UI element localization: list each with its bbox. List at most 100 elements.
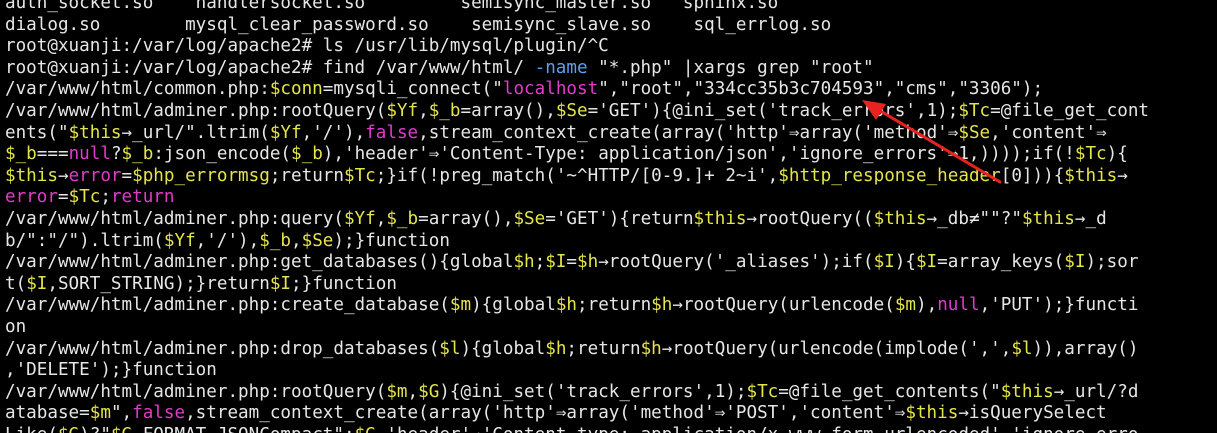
- terminal-line: /var/www/html/adminer.php:query($Yf,$_b=…: [0, 209, 1217, 231]
- terminal-text-segment: →: [57, 165, 69, 186]
- terminal-text-segment: ,'/'),: [301, 122, 366, 143]
- terminal-text-segment: $m: [89, 403, 111, 424]
- terminal-text-segment: $m: [894, 295, 916, 316]
- terminal-text-segment: →_url/?d: [1053, 381, 1139, 402]
- terminal-text-segment: ;: [534, 252, 546, 273]
- terminal-text-segment: ,SORT_STRING);}return: [47, 273, 270, 294]
- terminal-text-segment: =@file_get_cont: [990, 100, 1150, 121]
- terminal-text-segment: ,: [418, 100, 429, 121]
- terminal-text-segment: =: [57, 187, 69, 208]
- terminal-text-segment: /var/www/html/adminer.php:rootQuery(: [5, 381, 387, 402]
- terminal-line: error=$Tc;return: [0, 187, 1217, 209]
- terminal-line: /var/www/html/adminer.php:drop_databases…: [0, 339, 1217, 361]
- terminal-text-segment: $Se: [958, 122, 991, 143]
- terminal-text-segment: $I: [545, 252, 567, 273]
- terminal-line: dialog.so mysql_clear_password.so semisy…: [0, 15, 1217, 37]
- terminal-text-segment: /var/www/html/adminer.php:rootQuery(: [5, 100, 387, 121]
- terminal-text-segment: $Yf: [163, 230, 196, 251]
- terminal-text-segment: $this: [873, 208, 927, 229]
- terminal-text-segment: $I: [26, 273, 48, 294]
- terminal-text-segment: $this: [68, 122, 122, 143]
- terminal-text-segment: $h: [513, 252, 535, 273]
- terminal-text-segment: ","root","334cc35b3c704593","cms","3306"…: [598, 79, 1044, 100]
- terminal-text-segment: /var/www/html/adminer.php:get_databases(…: [5, 252, 514, 273]
- terminal-text-segment: ;return: [566, 338, 641, 359]
- terminal-text-segment: →rootQuery('_aliases');if(: [598, 252, 874, 273]
- terminal-text-segment: $h: [640, 338, 662, 359]
- terminal-text-segment: $_b: [386, 208, 419, 229]
- terminal-line: root@xuanji:/var/log/apache2# find /var/…: [0, 58, 1217, 80]
- terminal-text-segment: ){: [1106, 144, 1128, 165]
- terminal-text-segment: $_b: [259, 230, 292, 251]
- terminal-text-segment: _FORMAT_JSONCompact":: [132, 425, 354, 433]
- terminal-text-segment: $h: [555, 295, 578, 316]
- terminal-line: on: [0, 317, 1217, 339]
- terminal-text-segment: $this: [905, 403, 959, 424]
- terminal-text-segment: $this: [5, 165, 58, 186]
- terminal-text-segment: →rootQuery(urlencode(implode(',',: [661, 338, 1012, 359]
- terminal-text-segment: →_url/".ltrim(: [121, 122, 270, 143]
- terminal-text-segment: return: [110, 187, 175, 208]
- terminal-line: /var/www/html/adminer.php:create_databas…: [0, 295, 1217, 317]
- terminal-text-segment: $this: [693, 208, 747, 229]
- terminal-text-segment: $l: [1011, 338, 1033, 359]
- terminal-text-segment: /var/www/html/adminer.php:create_databas…: [5, 295, 450, 316]
- terminal-text-segment: ,'DELETE');}function: [5, 360, 217, 381]
- terminal-line: ,'DELETE');}function: [0, 360, 1217, 382]
- terminal-text-segment: /var/www/html/adminer.php:query(: [5, 208, 344, 229]
- terminal-text-segment: null: [68, 144, 111, 165]
- terminal-line: ents("$this→_url/".ltrim($Yf,'/'),false,…: [0, 123, 1217, 145]
- terminal-line: b/":"/").ltrim($Yf,'/'),$_b,$Se);}functi…: [0, 231, 1217, 253]
- terminal-text-segment: ,: [291, 230, 302, 251]
- terminal-text-segment: $Se: [301, 230, 334, 251]
- terminal-text-segment: localhost: [502, 79, 599, 100]
- terminal-text-segment: $I: [269, 273, 292, 294]
- terminal-text-segment: ,'content'⇒: [990, 122, 1107, 143]
- terminal-line: t($I,SORT_STRING);}return$I;}function: [0, 274, 1217, 296]
- terminal-text-segment: ,'PUT');}functi: [979, 295, 1139, 316]
- terminal-line: /var/www/html/adminer.php:rootQuery($m,$…: [0, 382, 1217, 404]
- terminal-text-segment: ;: [100, 187, 111, 208]
- terminal-text-segment: $Tc: [68, 187, 101, 208]
- terminal-text-segment: auth_socket.so handlersocket.so semisync…: [5, 0, 779, 13]
- terminal-line: Like($G)?"$G_FORMAT_JSONCompact":$G,'hea…: [0, 425, 1217, 433]
- terminal-text-segment: )),array(): [1032, 338, 1139, 359]
- terminal-text-segment: -name: [534, 57, 588, 78]
- terminal-text-segment: ;}if(!preg_match('~^HTTP/[0-9.]+ 2~i',: [375, 165, 779, 186]
- terminal-text-segment: ?: [110, 144, 122, 165]
- terminal-text-segment: t(: [5, 273, 27, 294]
- terminal-text-segment: $http_response_header: [778, 165, 1001, 186]
- terminal-text-segment: $G: [418, 381, 440, 402]
- terminal-text-segment: );sor: [1085, 252, 1139, 273]
- terminal-text-segment: root@xuanji:/var/log/apache2# find /var/…: [5, 57, 535, 78]
- terminal-text-segment: $_b: [428, 100, 461, 121]
- terminal-text-segment: $Se: [513, 208, 546, 229]
- terminal-text-segment: atabase=: [5, 403, 90, 424]
- terminal-text-segment: ,: [375, 208, 387, 229]
- terminal-text-segment: $Tc: [1074, 144, 1107, 165]
- terminal-text-segment: [0])){: [1000, 165, 1065, 186]
- terminal-text-segment: ;return: [577, 295, 652, 316]
- terminal-text-segment: $Se: [555, 100, 588, 121]
- terminal-line: root@xuanji:/var/log/apache2# ls /usr/li…: [0, 36, 1217, 58]
- terminal-line: auth_socket.so handlersocket.so semisync…: [0, 0, 1217, 15]
- terminal-text-segment: $G: [111, 425, 132, 433]
- terminal-text-segment: $this: [1021, 208, 1075, 229]
- terminal-text-segment: =mysqli_connect(": [322, 79, 503, 100]
- terminal-text-segment: ,stream_context_create(array('http'⇒arra…: [185, 403, 906, 424]
- terminal-text-segment: $_b: [291, 144, 323, 165]
- terminal-text-segment: ){@ini_set('track_errors',1);: [439, 381, 747, 402]
- terminal-text-segment: $conn: [269, 79, 323, 100]
- terminal-text-segment: ){global: [471, 295, 556, 316]
- terminal-text-segment: ){global: [460, 338, 546, 359]
- terminal-text-segment: dialog.so mysql_clear_password.so semisy…: [5, 14, 832, 35]
- terminal-text-segment: ){: [894, 252, 916, 273]
- terminal-text-segment: $m: [386, 381, 408, 402]
- terminal-text-segment: =array(),: [418, 208, 514, 229]
- terminal-text-segment: $G: [58, 425, 79, 433]
- terminal-text-segment: );}function: [333, 230, 450, 251]
- terminal-text-segment: $this: [1064, 165, 1118, 186]
- terminal-text-segment: root@xuanji:/var/log/apache2# ls /usr/li…: [5, 36, 609, 57]
- terminal-output[interactable]: auth_socket.so handlersocket.so semisync…: [0, 0, 1217, 433]
- terminal-text-segment: $m: [449, 295, 472, 316]
